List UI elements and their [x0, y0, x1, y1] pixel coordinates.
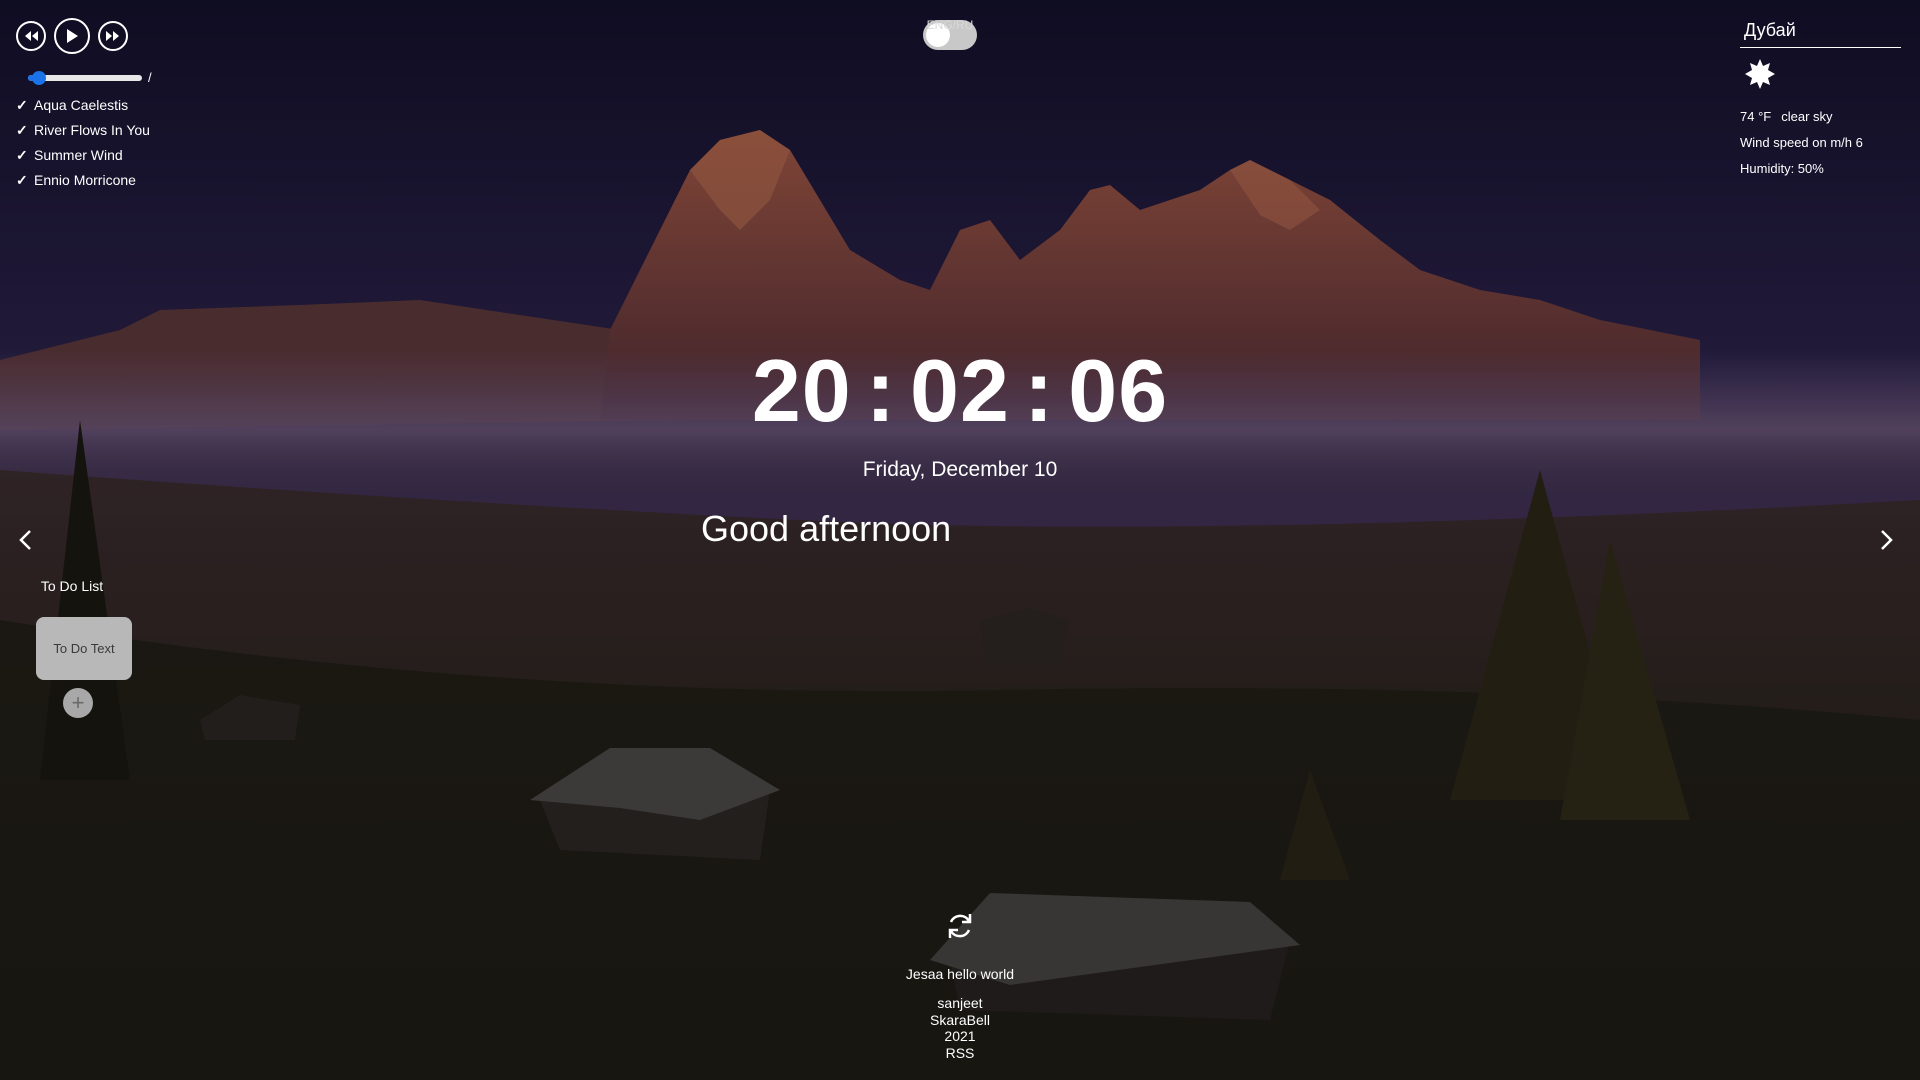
- humidity: Humidity: 50%: [1740, 161, 1824, 176]
- sun-icon: [1745, 59, 1775, 89]
- temperature: 74 °F: [1740, 109, 1772, 124]
- track-title: River Flows In You: [34, 122, 150, 138]
- author-link[interactable]: sanjeet: [0, 995, 1920, 1012]
- check-icon: ✓: [16, 97, 28, 113]
- clock-separator: :: [865, 341, 897, 440]
- greeting: Good afternoon: [701, 508, 952, 549]
- clock: 20:02:06: [0, 340, 1920, 442]
- next-slide-button[interactable]: [1874, 528, 1898, 552]
- play-button[interactable]: [54, 18, 90, 54]
- weather-widget: 74 °F clear sky Wind speed on m/h 6 Humid…: [1740, 18, 1901, 182]
- playlist-item[interactable]: ✓ Aqua Caelestis: [16, 93, 316, 118]
- next-track-button[interactable]: [98, 21, 128, 51]
- date: Friday, December 10: [862, 458, 1058, 481]
- clock-hours: 20: [751, 341, 852, 440]
- year-label: 2021: [944, 1028, 976, 1044]
- playlist: ✓ Aqua Caelestis ✓ River Flows In You ✓ Summe…: [16, 93, 316, 193]
- language-switch: ENG/RU: [922, 16, 978, 50]
- quote-text: Jesaa hello world: [905, 966, 1015, 982]
- audio-player: / ✓ Aqua Caelestis ✓ River Flows In You ✓ Sum…: [16, 18, 316, 193]
- clock-seconds: 06: [1068, 341, 1169, 440]
- add-todo-button[interactable]: +: [63, 688, 93, 718]
- track-title: Aqua Caelestis: [34, 97, 129, 113]
- check-icon: ✓: [16, 172, 28, 188]
- github-link[interactable]: SkaraBell: [0, 1012, 1920, 1029]
- playlist-item[interactable]: ✓ Ennio Morricone: [16, 168, 316, 193]
- playlist-item[interactable]: ✓ River Flows In You: [16, 118, 316, 143]
- progress-slider[interactable]: [28, 70, 142, 85]
- time-separator: /: [148, 70, 152, 85]
- todo-title: To Do List: [40, 578, 104, 594]
- city-input[interactable]: [1740, 18, 1901, 48]
- playlist-item[interactable]: ✓ Summer Wind: [16, 143, 316, 168]
- refresh-icon: [948, 914, 972, 938]
- weather-description: clear sky: [1781, 109, 1833, 124]
- chevron-left-icon: [19, 530, 31, 550]
- progress-thumb[interactable]: [32, 70, 47, 85]
- prev-track-button[interactable]: [16, 21, 46, 51]
- todo-text-field[interactable]: To Do Text: [36, 617, 132, 680]
- chevron-right-icon: [1881, 530, 1893, 550]
- refresh-quote-button[interactable]: [944, 910, 976, 942]
- check-icon: ✓: [16, 147, 28, 163]
- rss-logo-link[interactable]: RSS: [0, 1045, 1920, 1062]
- progress-row: /: [28, 70, 316, 85]
- wind-speed: Wind speed on m/h 6: [1740, 135, 1863, 150]
- play-icon: [67, 29, 78, 43]
- plus-icon: +: [71, 690, 85, 715]
- track-title: Ennio Morricone: [34, 172, 136, 188]
- credits: sanjeet SkaraBell 2021 RSS: [0, 995, 1920, 1061]
- check-icon: ✓: [16, 122, 28, 138]
- rewind-icon: [25, 31, 38, 41]
- fast-forward-icon: [106, 31, 119, 41]
- player-controls: [16, 18, 316, 54]
- language-label: ENG/RU: [926, 18, 974, 32]
- clock-separator: :: [1023, 341, 1055, 440]
- clock-minutes: 02: [910, 341, 1010, 440]
- weather-summary: 74 °F clear sky: [1740, 104, 1895, 130]
- prev-slide-button[interactable]: [14, 528, 38, 552]
- todo-widget: To Do List To Do Text +: [36, 578, 136, 718]
- weather-icon-wrap: [1744, 58, 1776, 90]
- track-title: Summer Wind: [34, 147, 123, 163]
